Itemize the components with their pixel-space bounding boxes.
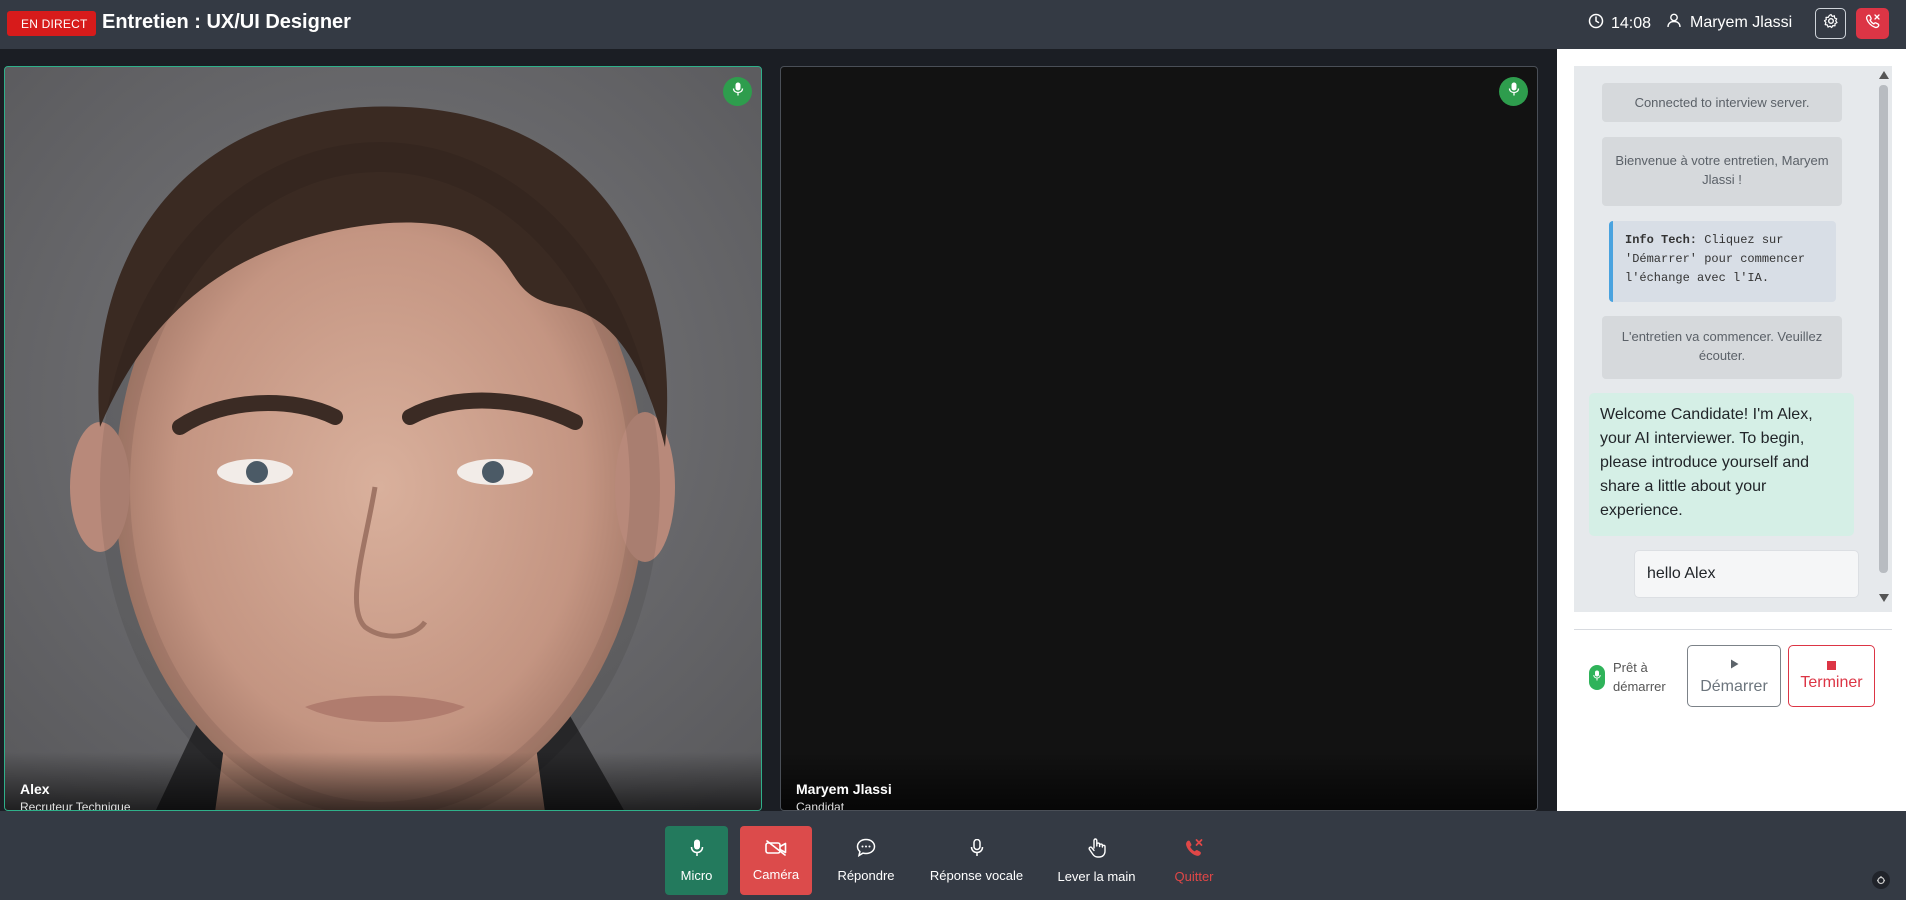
header-bar: EN DIRECT Entretien : UX/UI Designer 14:…: [0, 0, 1906, 49]
debug-icon[interactable]: [1872, 871, 1890, 889]
stop-icon: [1827, 660, 1836, 670]
participant-role: Candidat: [796, 800, 845, 811]
mic-on-badge: [723, 77, 752, 106]
quit-button[interactable]: Quitter: [1165, 826, 1223, 895]
status-mic-indicator: [1589, 664, 1605, 690]
play-icon: [1730, 656, 1739, 674]
stop-button[interactable]: Terminer: [1788, 645, 1875, 707]
camera-label: Caméra: [752, 866, 800, 882]
system-message: Connected to interview server.: [1602, 83, 1842, 122]
microphone-icon: [690, 839, 704, 860]
info-label: Info Tech:: [1625, 233, 1698, 247]
phone-hangup-icon: [1865, 13, 1881, 34]
chat-panel: Connected to interview server. Bienvenue…: [1557, 49, 1906, 811]
video-caption: Maryem Jlassi Candidat: [781, 752, 1537, 810]
system-message: L'entretien va commencer. Veuillez écout…: [1602, 316, 1842, 379]
clock-icon: [1588, 13, 1604, 34]
phone-hangup-icon: [1184, 838, 1204, 861]
participant-name: Maryem Jlassi: [796, 781, 892, 797]
scroll-up-arrow[interactable]: [1879, 71, 1889, 79]
chat-bubble-icon: [856, 838, 876, 860]
camera-toggle-button[interactable]: Caméra: [740, 826, 812, 895]
reply-label: Répondre: [837, 868, 895, 883]
user-name: Maryem Jlassi: [1690, 14, 1793, 31]
mic-on-badge: [1499, 77, 1528, 106]
raise-hand-button[interactable]: Lever la main: [1055, 826, 1138, 895]
scroll-thumb[interactable]: [1879, 85, 1888, 573]
video-tile-maryem[interactable]: Maryem Jlassi Candidat: [780, 66, 1538, 811]
quit-label: Quitter: [1174, 868, 1214, 884]
microphone-icon: [970, 838, 984, 860]
current-user: Maryem Jlassi: [1667, 13, 1792, 33]
status-text: Prêt à démarrer: [1613, 660, 1666, 694]
live-badge: EN DIRECT: [7, 11, 97, 36]
hand-icon: [1087, 837, 1106, 861]
participant-role: Recruteur Technique: [20, 800, 131, 811]
system-message: Bienvenue à votre entretien, Maryem Jlas…: [1602, 137, 1842, 206]
interview-status: Prêt à démarrer: [1589, 658, 1673, 696]
start-button[interactable]: Démarrer: [1687, 645, 1781, 707]
page-title: Entretien : UX/UI Designer: [102, 11, 351, 33]
participant-name: Alex: [20, 781, 50, 797]
participant-video-alex: [5, 67, 761, 810]
voice-reply-button[interactable]: Réponse vocale: [929, 826, 1024, 895]
session-clock: 14:08: [1588, 13, 1651, 34]
ai-message: Welcome Candidate! I'm Alex, your AI int…: [1589, 393, 1854, 536]
voice-label: Réponse vocale: [929, 867, 1024, 883]
camera-off-icon: [765, 839, 787, 859]
user-icon: [1667, 13, 1681, 33]
mic-toggle-button[interactable]: Micro: [665, 826, 728, 895]
start-label: Démarrer: [1700, 678, 1768, 695]
reply-button[interactable]: Répondre: [830, 826, 902, 895]
user-message: hello Alex: [1634, 550, 1859, 598]
microphone-icon: [1508, 82, 1520, 101]
chat-log[interactable]: Connected to interview server. Bienvenue…: [1574, 66, 1892, 612]
divider: [1574, 629, 1892, 630]
stop-label: Terminer: [1800, 673, 1863, 691]
settings-button[interactable]: [1815, 8, 1846, 39]
video-grid: Alex Recruteur Technique Maryem Jlassi C…: [0, 49, 1557, 811]
chat-scrollbar[interactable]: [1875, 66, 1892, 612]
microphone-icon: [732, 82, 744, 101]
hangup-button[interactable]: [1856, 8, 1889, 39]
microphone-icon: [1593, 668, 1601, 686]
info-message: Info Tech: Cliquez sur 'Démarrer' pour c…: [1609, 221, 1836, 302]
call-toolbar: Micro Caméra Répondre Réponse vocale Lev…: [0, 811, 1906, 900]
video-tile-alex[interactable]: Alex Recruteur Technique: [4, 66, 762, 811]
mic-label: Micro: [680, 867, 713, 883]
clock-time: 14:08: [1611, 14, 1652, 32]
gear-icon: [1823, 13, 1839, 34]
hand-label: Lever la main: [1057, 868, 1136, 884]
scroll-down-arrow[interactable]: [1879, 594, 1889, 602]
video-caption: Alex Recruteur Technique: [5, 752, 761, 810]
